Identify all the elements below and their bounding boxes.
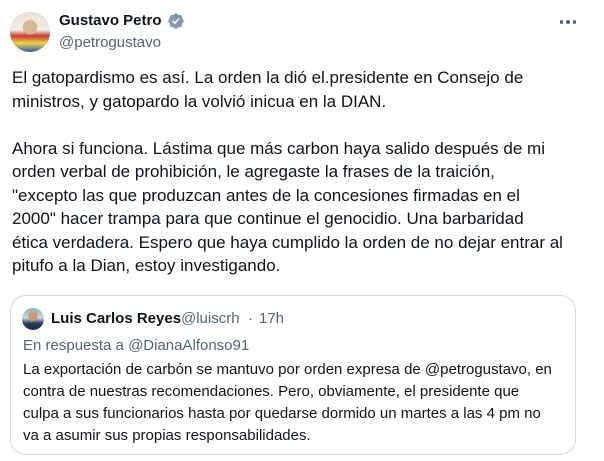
author-handle[interactable]: @petrogustavo: [59, 33, 161, 53]
quoted-tweet-text: La exportación de carbón se mantuvo por …: [23, 361, 552, 444]
tweet-text: El gatopardismo es así. La orden la dió …: [12, 68, 563, 275]
quoted-author-avatar[interactable]: [22, 308, 44, 330]
more-horizontal-icon[interactable]: [555, 12, 581, 32]
quoted-author-name[interactable]: Luis Carlos Reyes: [51, 309, 181, 329]
verified-badge-icon: [168, 13, 184, 29]
quoted-timestamp[interactable]: 17h: [259, 309, 284, 329]
tweet[interactable]: Gustavo Petro @petrogustavo El gatopardi…: [0, 0, 604, 461]
quoted-tweet[interactable]: Luis Carlos Reyes @luiscrh · 17h En resp…: [10, 295, 576, 455]
quoted-author-handle[interactable]: @luiscrh: [181, 309, 240, 329]
reply-context: En respuesta a @DianaAlfonso91: [23, 337, 250, 354]
quoted-separator: ·: [248, 310, 253, 327]
author-avatar[interactable]: [10, 12, 50, 52]
author-name[interactable]: Gustavo Petro: [59, 11, 162, 31]
